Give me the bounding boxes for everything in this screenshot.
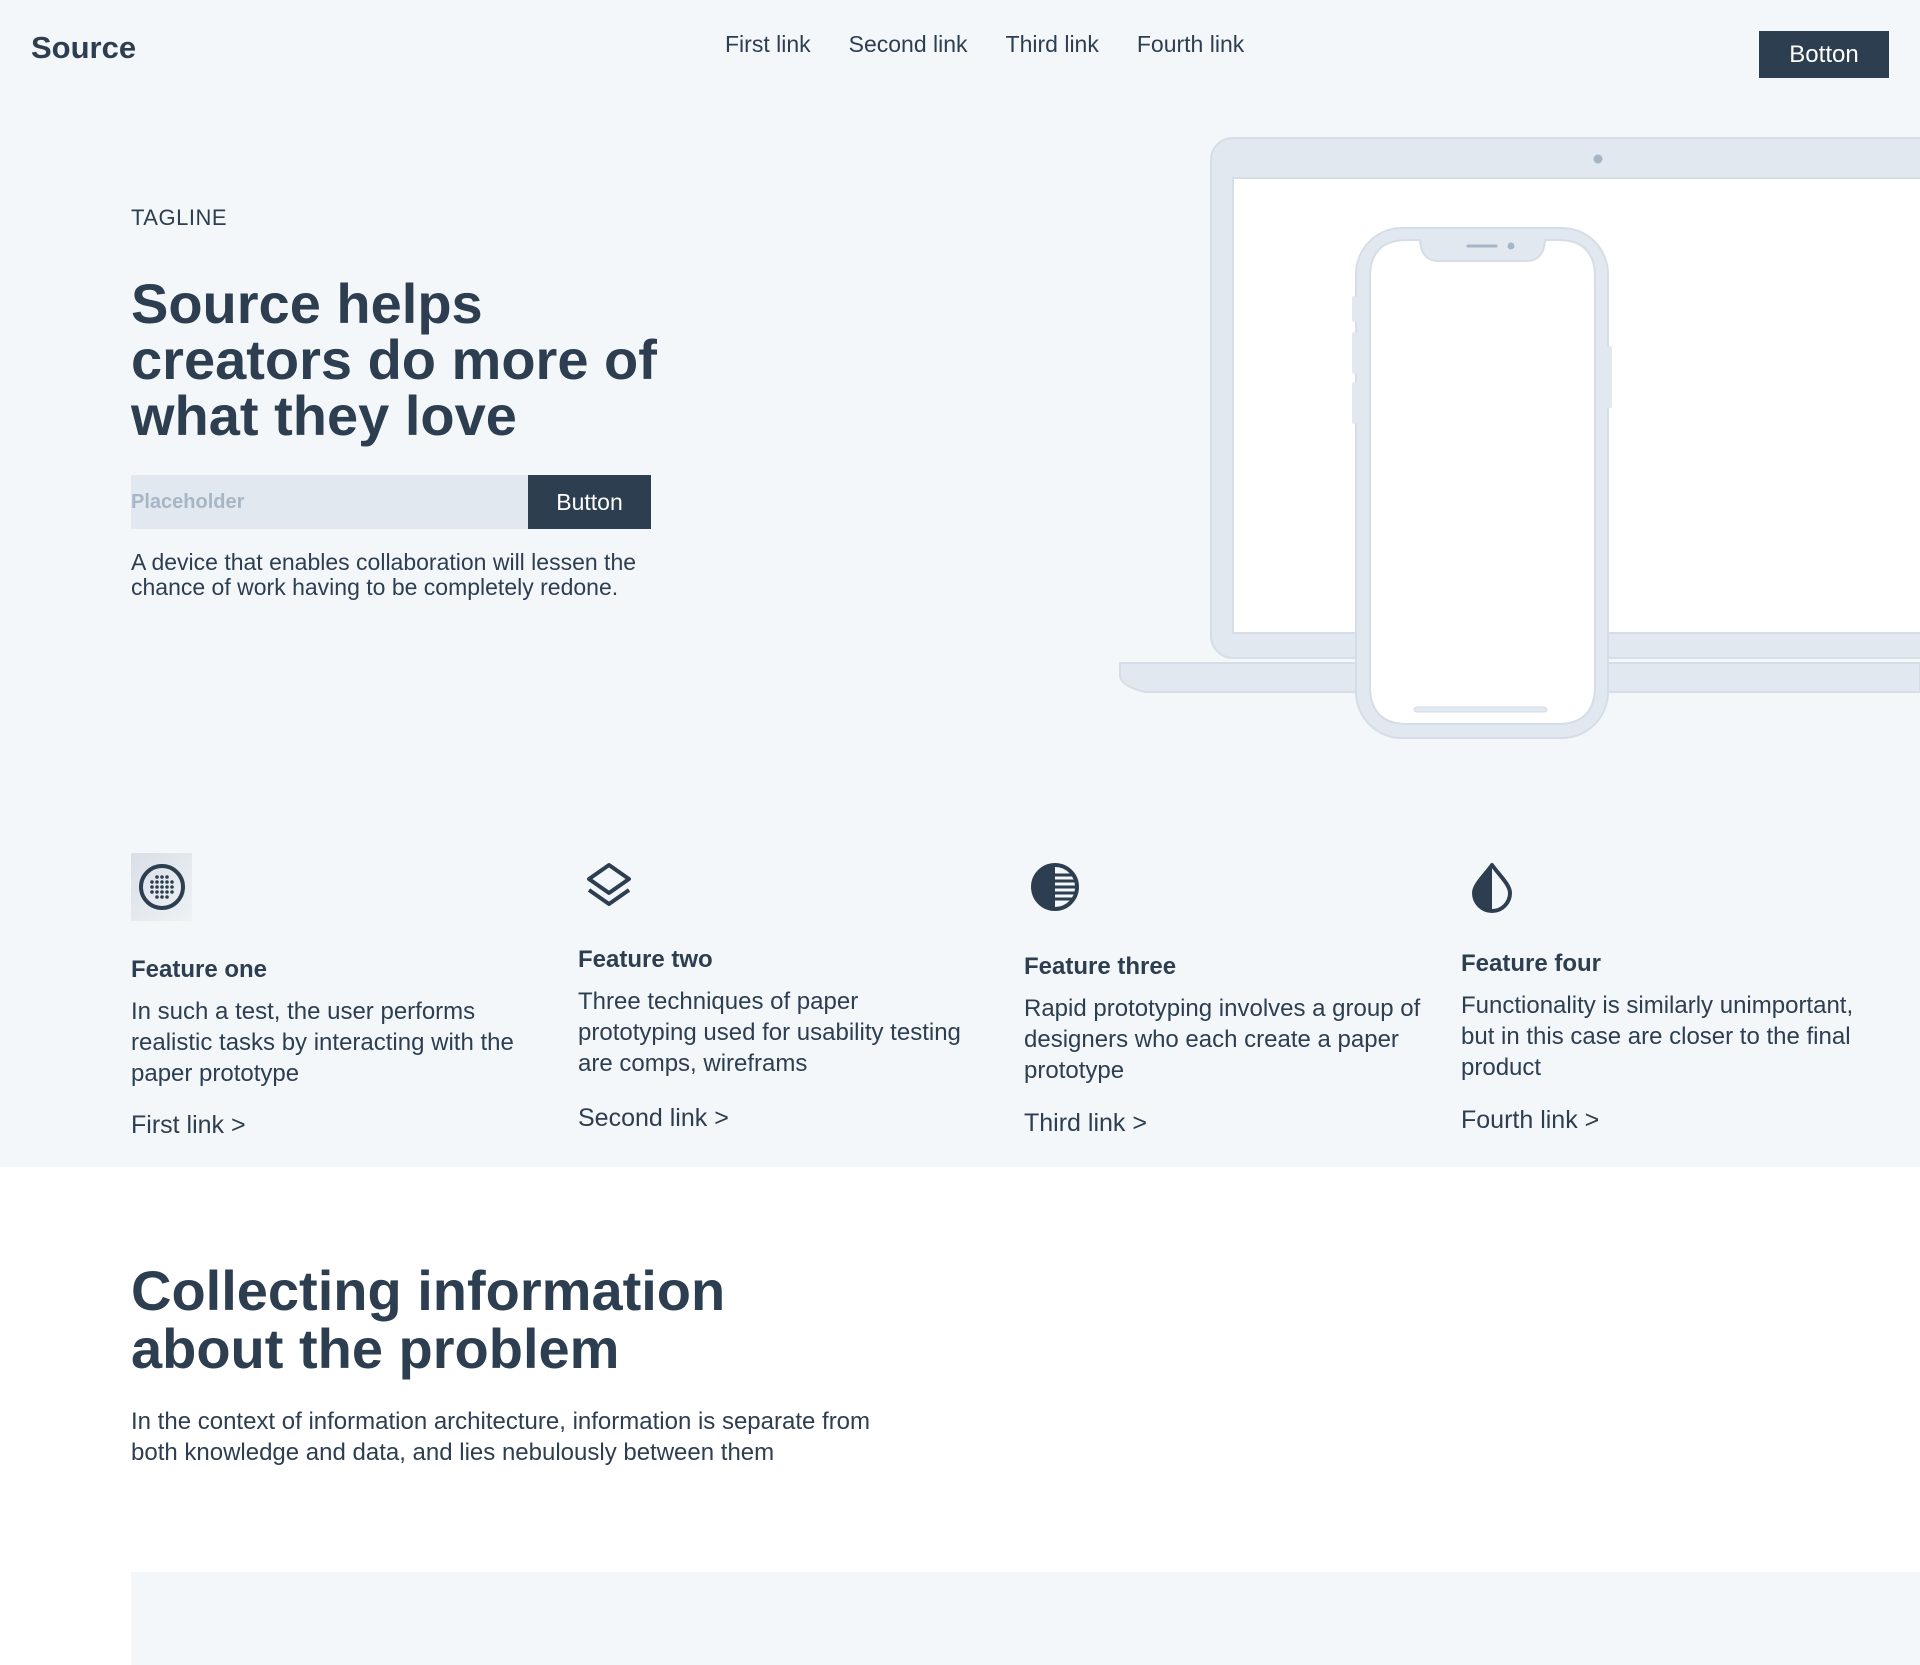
feature-link[interactable]: Fourth link > (1461, 1106, 1599, 1135)
phone-illustration (1352, 227, 1612, 739)
feature-link[interactable]: Third link > (1024, 1109, 1147, 1138)
device-illustration (1119, 137, 1920, 739)
feature-text: Three techniques of paper prototyping us… (578, 988, 961, 1077)
nav-link-fourth[interactable]: Fourth link (1137, 31, 1244, 58)
feature-text: Functionality is similarly unimportant, … (1461, 992, 1854, 1081)
hero-title: Source helps creators do more of what th… (131, 272, 657, 447)
section-title: Collecting information about the problem (131, 1259, 726, 1380)
nav-link-third[interactable]: Third link (1006, 31, 1099, 58)
hero-input[interactable] (131, 475, 528, 529)
nav-link-first[interactable]: First link (725, 31, 811, 58)
feature-link[interactable]: First link > (131, 1111, 246, 1140)
logo[interactable]: Source (31, 30, 136, 66)
feature-title: Feature four (1461, 950, 1602, 977)
contrast-icon (1024, 853, 1085, 921)
feature-text: Rapid prototyping involves a group of de… (1024, 995, 1421, 1084)
signup-form: Button (131, 475, 651, 529)
feature-link[interactable]: Second link > (578, 1104, 729, 1133)
tagline: TAGLINE (131, 205, 228, 230)
drop-icon (1461, 853, 1522, 921)
content-panel (131, 1572, 1920, 1665)
layers-icon (578, 853, 639, 921)
globe-grid-icon (131, 853, 192, 921)
feature-text: In such a test, the user performs realis… (131, 998, 514, 1087)
main-nav: First link Second link Third link Fourth… (725, 31, 1244, 58)
feature-title: Feature three (1024, 953, 1177, 980)
section-description: In the context of information architectu… (131, 1408, 871, 1466)
hero-button[interactable]: Button (528, 475, 651, 529)
feature-title: Feature two (578, 946, 713, 973)
header-button[interactable]: Botton (1759, 31, 1889, 78)
hero-description: A device that enables collaboration will… (131, 549, 637, 600)
nav-link-second[interactable]: Second link (849, 31, 968, 58)
feature-title: Feature one (131, 956, 268, 983)
